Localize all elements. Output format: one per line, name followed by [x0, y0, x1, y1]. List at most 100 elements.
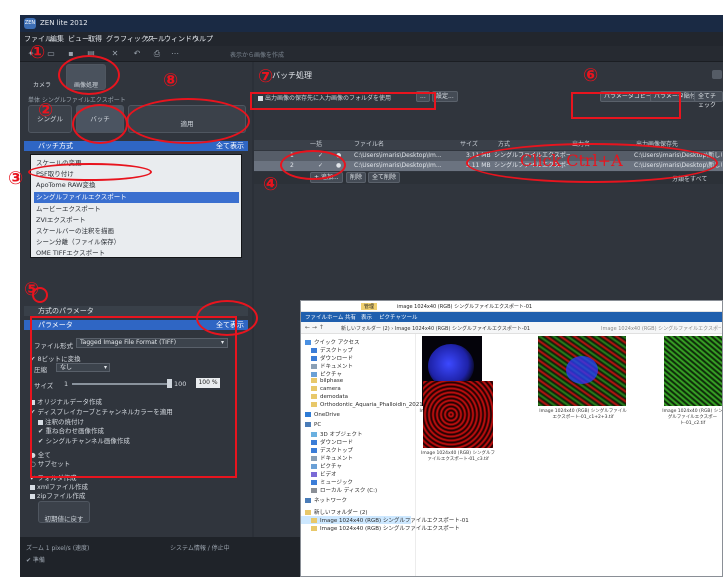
browse-button[interactable]: ... [416, 91, 430, 102]
col-header[interactable]: サイズ [460, 140, 478, 150]
option-zip[interactable]: zipファイル作成 [30, 490, 85, 500]
params-subheader[interactable]: パラメータ 全て表示 [24, 320, 248, 330]
nav-item[interactable]: OneDrive [305, 412, 340, 418]
menu-help[interactable]: ヘルプ [192, 34, 213, 44]
print-icon[interactable]: ⎙ [152, 49, 162, 59]
list-item[interactable]: スケールバーの注釈を描画 [34, 226, 239, 237]
nav-item[interactable]: ピクチャ [311, 462, 342, 470]
option-original[interactable]: オリジナルデータ作成 [30, 396, 102, 406]
menu-tools[interactable]: ツール [144, 34, 165, 44]
more-icon[interactable]: ⋯ [170, 49, 180, 59]
nav-item[interactable]: ミュージック [311, 478, 353, 486]
open-icon[interactable]: ▭ [46, 49, 56, 59]
size-slider[interactable] [72, 383, 170, 385]
row-check-icon[interactable]: ✓ [318, 151, 323, 161]
thumbnail-c3[interactable] [423, 381, 493, 448]
row-check-icon[interactable]: ✓ [318, 161, 323, 171]
tab-image-processing[interactable]: 画像処理 [66, 64, 106, 90]
method-params-header[interactable]: 方式のパラメータ [24, 306, 248, 316]
use-input-folder-checkbox[interactable]: 出力画像の保存先に入力画像のフォルダを使用 [258, 93, 391, 102]
remove-button[interactable]: 削除 [346, 172, 367, 183]
left-panel: カメラ 画像処理 単体 シングルファイルエクスポート シングル バッチ 適用 バ… [20, 62, 252, 537]
nav-item[interactable]: 3D オブジェクト [311, 430, 362, 438]
reset-button[interactable]: 初期値に戻す [38, 501, 90, 523]
save-all-icon[interactable]: ▤ [86, 49, 96, 59]
nav-item[interactable]: ピクチャ [311, 370, 342, 378]
ribbon-view[interactable]: 表示 [361, 313, 372, 321]
ribbon-picture-tools[interactable]: ピクチャツール [379, 313, 417, 321]
option-single-channel[interactable]: ✔ シングルチャンネル画像作成 [38, 435, 130, 445]
nav-item[interactable]: ダウンロード [311, 354, 353, 362]
table-row[interactable]: 2 ✓ ● C:\Users\imaris\Desktop\Im... 3.11… [254, 161, 723, 171]
ribbon-home[interactable]: ホーム [327, 313, 343, 321]
col-header[interactable]: 出力画像保存先 [636, 140, 678, 150]
list-item[interactable]: ムービーエクスポート [34, 204, 239, 215]
nav-item[interactable]: ネットワーク [305, 496, 347, 504]
nav-item[interactable]: ドキュメント [311, 454, 353, 462]
thumbnail-merged[interactable] [538, 336, 626, 406]
params-show-all[interactable]: 全て表示 [216, 320, 244, 330]
nav-item[interactable]: デスクトップ [311, 446, 353, 454]
nav-item[interactable]: Orthodontic_Aquaria_Phalloidin_2021 [311, 402, 423, 408]
list-item-selected[interactable]: シングルファイルエクスポート [34, 192, 239, 203]
col-header[interactable]: 出力名 [572, 140, 590, 150]
settings-button[interactable]: 設定... [432, 91, 458, 102]
col-header[interactable]: 方式 [498, 140, 510, 150]
table-row[interactable]: 1 ✓ ● C:\Users\imaris\Desktop\Im... 3.11… [254, 151, 723, 161]
remove-all-button[interactable]: 全て削除 [368, 172, 401, 183]
nav-item[interactable]: 新しいフォルダー (2) [305, 508, 368, 516]
list-item[interactable]: ZVIエクスポート [34, 215, 239, 226]
size-slider-handle[interactable] [167, 379, 172, 388]
add-button[interactable]: + 追加... [310, 172, 343, 183]
size-value-input[interactable]: 100 % [196, 378, 220, 388]
explorer-search[interactable]: Image 1024x40 (RGB) シングルファイルエクスポート-01の検索 [601, 325, 721, 332]
batch-show-all[interactable]: 全て表示 [216, 141, 244, 151]
nav-item[interactable]: ダウンロード [311, 438, 353, 446]
nav-item[interactable]: ビデオ [311, 470, 337, 478]
menu-acquire[interactable]: 取得 [88, 34, 102, 44]
list-item[interactable]: OME TIFFエクスポート [34, 248, 239, 259]
menu-edit[interactable]: 編集 [50, 34, 64, 44]
nav-item-selected[interactable]: Image 1024x40 (RGB) シングルファイルエクスポート-01 [301, 516, 469, 524]
copy-params-button[interactable]: パラメータコピー [600, 91, 656, 102]
ribbon-file[interactable]: ファイル [305, 313, 327, 321]
method-list[interactable]: スケールの変更 PSF取り付け ApoTome RAW変換 シングルファイルエク… [30, 154, 242, 258]
undo-icon[interactable]: ↶ [132, 49, 142, 59]
col-header[interactable]: 一括 [310, 140, 322, 150]
file-format-select[interactable]: Tagged Image File Format (TIFF) ▾ [76, 338, 228, 348]
list-item[interactable]: ApoTome RAW変換 [34, 180, 239, 191]
nav-item[interactable]: デスクトップ [311, 346, 353, 354]
paste-params-button[interactable]: パラメータ貼付 [650, 91, 700, 102]
save-icon[interactable]: ▪ [66, 49, 76, 59]
list-item[interactable]: スケールの変更 [34, 158, 239, 169]
nav-item[interactable]: ローカル ディスク (C:) [311, 486, 377, 494]
col-header[interactable]: ファイル名 [354, 140, 384, 150]
panel-menu-icon[interactable] [712, 70, 722, 79]
thumbnail-c2[interactable] [664, 336, 722, 406]
list-item[interactable]: PSF取り付け [34, 169, 239, 180]
apply-button[interactable]: 適用 [128, 105, 246, 133]
batch-method-header[interactable]: バッチ方式 全て表示 [24, 141, 248, 151]
nav-item[interactable]: Image 1024x40 (RGB) シングルファイルエクスポート [311, 524, 460, 532]
compression-select[interactable]: なし ▾ [56, 363, 110, 372]
nav-item[interactable]: ドキュメント [311, 362, 353, 370]
nav-item[interactable]: クイック アクセス [305, 338, 359, 346]
close-icon[interactable]: ✕ [110, 49, 120, 59]
address-path[interactable]: 新しいフォルダー (2) › Image 1024x40 (RGB) シングルフ… [341, 325, 561, 332]
explorer-manage-tab[interactable]: 管理 [361, 303, 378, 310]
ribbon-share[interactable]: 共有 [345, 313, 356, 321]
nav-item[interactable]: camera [311, 386, 341, 392]
menu-view[interactable]: ビュー [68, 34, 89, 44]
nav-item[interactable]: demodata [311, 394, 348, 400]
option-display-curve[interactable]: ✔ ディスプレイカーブとチャンネルカラーを適用 [30, 406, 173, 416]
convert-8bit-checkbox[interactable]: ✔ 8ビットに変換 [30, 353, 81, 363]
check-all-button[interactable]: 全てチェック [694, 91, 723, 109]
tab-camera[interactable]: カメラ [26, 64, 58, 90]
radio-subset[interactable]: ○ サブセット [30, 458, 70, 468]
batch-button[interactable]: バッチ [76, 105, 124, 133]
list-item[interactable]: シーン分離（ファイル保存） [34, 237, 239, 248]
nav-item[interactable]: PC [305, 422, 321, 428]
option-merged[interactable]: ✔ 重ね合わせ画像作成 [38, 425, 104, 435]
nav-arrows-icon[interactable]: ← → ↑ [305, 324, 324, 331]
nav-item[interactable]: bilphase [311, 378, 343, 384]
